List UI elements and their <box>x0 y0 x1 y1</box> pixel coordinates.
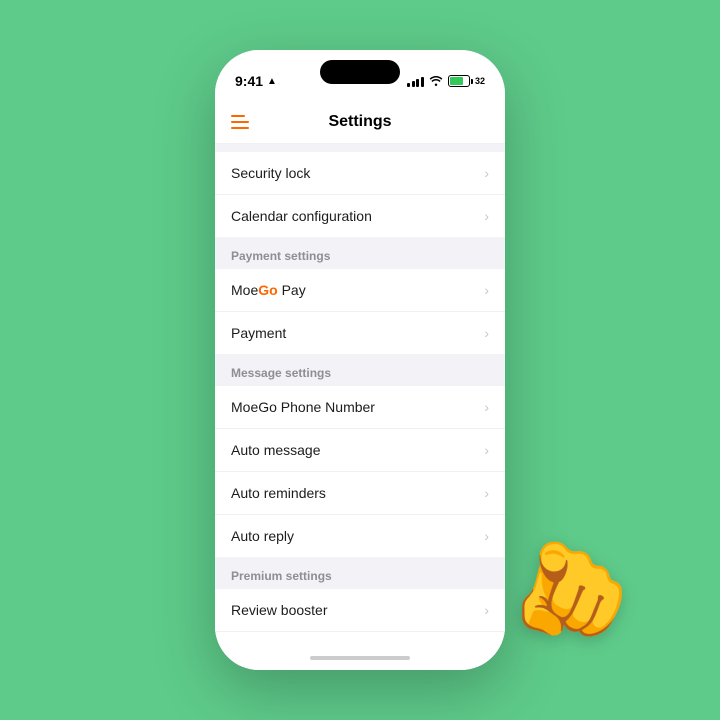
chevron-icon: › <box>484 282 489 298</box>
chevron-icon: › <box>484 165 489 181</box>
payment-section-header: Payment settings <box>215 237 505 269</box>
wifi-icon <box>429 74 443 89</box>
auto-reply-label: Auto reply <box>231 528 294 544</box>
status-icons: 32 <box>407 74 485 89</box>
premium-section-label: Premium settings <box>231 569 332 583</box>
review-booster-label: Review booster <box>231 602 328 618</box>
menu-line-2 <box>231 121 249 123</box>
chevron-icon: › <box>484 602 489 618</box>
list-item-payment[interactable]: Payment › <box>215 312 505 354</box>
list-item-calendar-configuration[interactable]: Calendar configuration › <box>215 195 505 237</box>
calendar-configuration-label: Calendar configuration <box>231 208 372 224</box>
menu-line-1 <box>231 115 245 117</box>
menu-button[interactable] <box>231 115 249 129</box>
chevron-icon: › <box>484 325 489 341</box>
signal-icon <box>407 75 424 87</box>
payment-section-label: Payment settings <box>231 249 330 263</box>
section-spacer-top <box>215 144 505 152</box>
location-icon: ▲ <box>267 76 277 87</box>
dynamic-island <box>320 60 400 84</box>
app-header: Settings <box>215 100 505 144</box>
moego-pay-label: MoeGo Pay <box>231 282 306 298</box>
settings-list: Security lock › Calendar configuration ›… <box>215 144 505 646</box>
chevron-icon: › <box>484 208 489 224</box>
list-item-auto-reminders[interactable]: Auto reminders › <box>215 472 505 515</box>
payment-label: Payment <box>231 325 286 341</box>
list-item-security-lock[interactable]: Security lock › <box>215 152 505 195</box>
battery-level: 32 <box>475 76 485 86</box>
status-time: 9:41 ▲ <box>235 73 277 89</box>
message-group: MoeGo Phone Number › Auto message › Auto… <box>215 386 505 557</box>
status-bar: 9:41 ▲ <box>215 50 505 100</box>
battery-icon <box>448 75 470 87</box>
security-lock-label: Security lock <box>231 165 310 181</box>
list-item-auto-reply[interactable]: Auto reply › <box>215 515 505 557</box>
list-item-moego-phone-number[interactable]: MoeGo Phone Number › <box>215 386 505 429</box>
home-bar <box>310 656 410 660</box>
auto-message-label: Auto message <box>231 442 321 458</box>
chevron-icon: › <box>484 442 489 458</box>
message-section-header: Message settings <box>215 354 505 386</box>
security-group: Security lock › Calendar configuration › <box>215 152 505 237</box>
moego-phone-number-label: MoeGo Phone Number <box>231 399 375 415</box>
phone-frame: 9:41 ▲ <box>215 50 505 670</box>
chevron-icon: › <box>484 485 489 501</box>
home-indicator <box>215 646 505 670</box>
hand-illustration: 🫵 <box>489 515 646 668</box>
page-title: Settings <box>328 113 391 131</box>
phone-screen: 9:41 ▲ <box>215 50 505 670</box>
list-item-auto-message[interactable]: Auto message › <box>215 429 505 472</box>
menu-line-3 <box>231 127 249 129</box>
chevron-icon: › <box>484 528 489 544</box>
chevron-icon: › <box>484 399 489 415</box>
auto-reminders-label: Auto reminders <box>231 485 326 501</box>
message-section-label: Message settings <box>231 366 331 380</box>
payment-group: MoeGo Pay › Payment › <box>215 269 505 354</box>
list-item-review-booster[interactable]: Review booster › <box>215 589 505 632</box>
list-item-agreement[interactable]: Agreement › <box>215 632 505 646</box>
list-item-moego-pay[interactable]: MoeGo Pay › <box>215 269 505 312</box>
premium-group: Review booster › Agreement › Online book… <box>215 589 505 646</box>
premium-section-header: Premium settings <box>215 557 505 589</box>
phone-wrapper: 9:41 ▲ <box>0 0 720 720</box>
